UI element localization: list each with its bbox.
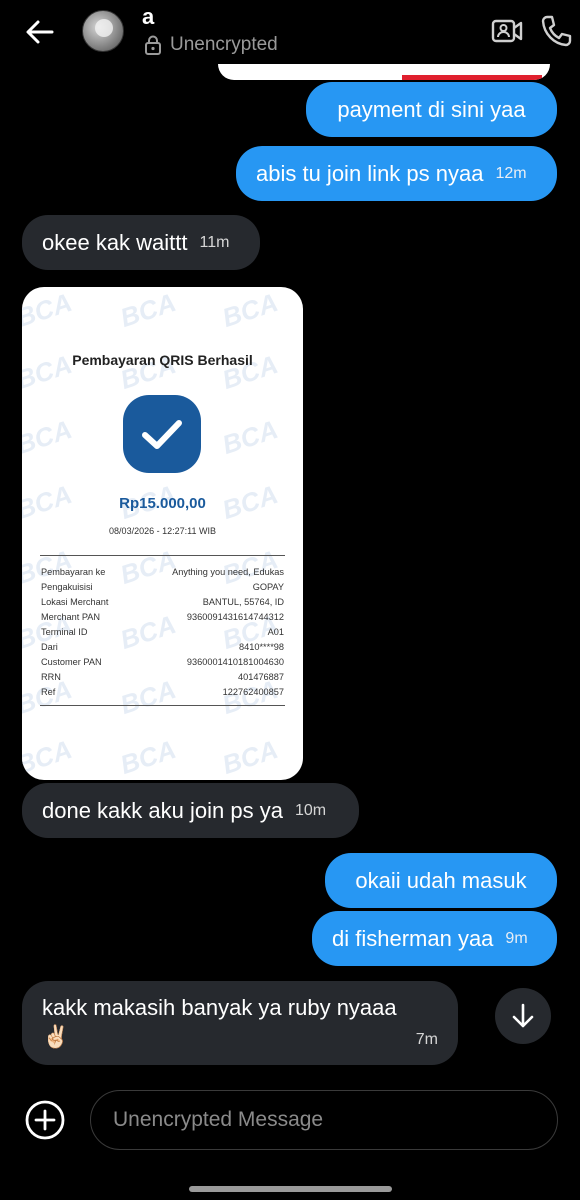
- watermark: BCA: [218, 287, 282, 333]
- receipt-row-value: 8410****98: [239, 642, 284, 652]
- receipt-row-label: Pengakuisisi: [41, 582, 93, 592]
- message-incoming[interactable]: kakk makasih banyak ya ruby nyaaa ✌🏻 7m: [22, 981, 458, 1065]
- contact-name[interactable]: a: [142, 4, 154, 30]
- receipt-row-value: GOPAY: [252, 582, 284, 592]
- receipt-row-label: RRN: [41, 672, 61, 682]
- receipt-row-label: Pembayaran ke: [41, 567, 106, 577]
- receipt-row: Pengakuisisi GOPAY: [41, 582, 284, 592]
- arrow-down-icon: [512, 1003, 534, 1028]
- receipt-row-label: Merchant PAN: [41, 612, 101, 622]
- receipt-datetime: 08/03/2026 - 12:27:11 WIB: [109, 526, 216, 536]
- receipt-row-value: 401476887: [238, 672, 284, 682]
- message-incoming[interactable]: okee kak waittt 11m: [22, 215, 260, 270]
- message-incoming[interactable]: done kakk aku join ps ya 10m: [22, 783, 359, 838]
- receipt-row: Pembayaran ke Anything you need, Edukas: [41, 567, 284, 577]
- receipt-row: RRN 401476887: [41, 672, 284, 682]
- watermark: BCA: [22, 287, 76, 333]
- message-time: 11m: [199, 233, 230, 251]
- receipt-row-label: Terminal ID: [41, 627, 88, 637]
- receipt-row: Merchant PAN 9360091431614744312: [41, 612, 284, 622]
- message-time: 9m: [505, 929, 528, 947]
- home-indicator[interactable]: [189, 1186, 392, 1192]
- receipt-divider: [40, 705, 285, 706]
- receipt-row: Lokasi Merchant BANTUL, 55764, ID: [41, 597, 284, 607]
- receipt-row-value: Anything you need, Edukas: [172, 567, 284, 577]
- receipt-divider: [40, 555, 285, 556]
- receipt-row-label: Ref: [41, 687, 56, 697]
- message-time: 12m: [495, 164, 527, 182]
- back-arrow-icon[interactable]: [22, 14, 58, 50]
- victory-hand-emoji: ✌🏻: [42, 1024, 70, 1049]
- receipt-row: Ref 122762400857: [41, 687, 284, 697]
- message-text: kakk makasih banyak ya ruby nyaaa: [42, 995, 397, 1020]
- chat-header: a Unencrypted: [0, 0, 580, 64]
- watermark: BCA: [22, 414, 76, 460]
- message-text: okee kak waittt: [42, 229, 188, 255]
- add-attachment-button[interactable]: [24, 1099, 66, 1141]
- message-time: 7m: [415, 1031, 438, 1048]
- message-text: abis tu join link ps nyaa: [256, 160, 484, 186]
- message-input[interactable]: [90, 1090, 558, 1150]
- watermark: BCA: [218, 734, 282, 780]
- receipt-row-label: Dari: [41, 642, 58, 652]
- scroll-to-bottom-button[interactable]: [495, 988, 551, 1044]
- message-outgoing[interactable]: abis tu join link ps nyaa 12m: [236, 146, 557, 201]
- receipt-row-value: 122762400857: [222, 687, 284, 697]
- message-time: 10m: [294, 801, 327, 819]
- message-outgoing[interactable]: okaii udah masuk: [325, 853, 557, 908]
- receipt-row-value: BANTUL, 55764, ID: [202, 597, 284, 607]
- phone-call-icon[interactable]: [540, 14, 572, 48]
- message-text: di fisherman yaa: [332, 925, 494, 951]
- receipt-amount: Rp15.000,00: [119, 495, 206, 512]
- encryption-label: Unencrypted: [170, 34, 278, 55]
- message-outgoing[interactable]: payment di sini yaa: [306, 82, 557, 137]
- receipt-row-value: A01: [267, 627, 284, 637]
- receipt-row: Customer PAN 9360001410181004630: [41, 657, 284, 667]
- receipt-row: Terminal ID A01: [41, 627, 284, 637]
- plus-circle-icon: [25, 1100, 65, 1140]
- message-text: done kakk aku join ps ya: [42, 797, 283, 823]
- video-call-icon[interactable]: [490, 14, 524, 48]
- receipt-row-label: Lokasi Merchant: [41, 597, 109, 607]
- watermark: BCA: [116, 287, 180, 333]
- receipt-row-value: 9360001410181004630: [186, 657, 284, 667]
- watermark: BCA: [22, 734, 76, 780]
- message-text: payment di sini yaa: [337, 96, 526, 122]
- lock-icon: [145, 35, 161, 55]
- watermark: BCA: [116, 734, 180, 780]
- message-text: okaii udah masuk: [355, 867, 527, 893]
- check-icon: [123, 395, 201, 473]
- payment-receipt-image[interactable]: BCA BCA BCA BCA BCA BCA BCA BCA BCA BCA …: [22, 287, 303, 780]
- message-outgoing[interactable]: di fisherman yaa 9m: [312, 911, 557, 966]
- receipt-row-label: Customer PAN: [41, 657, 102, 667]
- receipt-row: Dari 8410****98: [41, 642, 284, 652]
- avatar[interactable]: [82, 10, 124, 52]
- receipt-title: Pembayaran QRIS Berhasil: [72, 352, 253, 368]
- receipt-row-value: 9360091431614744312: [186, 612, 284, 622]
- watermark: BCA: [218, 414, 282, 460]
- encryption-status[interactable]: Unencrypted: [144, 34, 278, 56]
